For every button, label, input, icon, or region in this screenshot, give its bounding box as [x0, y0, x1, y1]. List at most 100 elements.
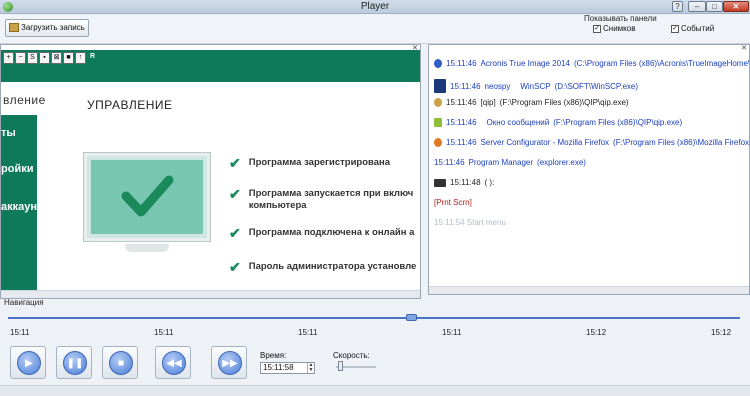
- timeline-tick: 15:12: [586, 328, 607, 337]
- snapshot-sidebar-item-1: ты: [1, 127, 16, 139]
- event-row[interactable]: [Prnt Scrn]: [434, 198, 472, 207]
- event-text: 15:11:54 Start menu: [434, 218, 506, 227]
- time-spinner-icon[interactable]: ▲ ▼: [307, 363, 314, 373]
- window-title: Player: [360, 1, 390, 12]
- timeline-tick: 15:11: [298, 328, 318, 337]
- events-close-icon[interactable]: ✕: [741, 45, 747, 52]
- close-button[interactable]: ✕: [723, 1, 749, 12]
- events-checkbox[interactable]: ✓ Событий: [671, 24, 714, 33]
- check-text-line2: компьютера: [248, 200, 307, 211]
- event-row[interactable]: 15:11:46 Окно сообщений (F:\Program File…: [434, 118, 682, 127]
- event-row[interactable]: 15:11:48 ( ):: [434, 178, 494, 187]
- snapshot-menu-item: вление: [3, 93, 46, 107]
- events-checkbox-label: Событий: [681, 24, 715, 33]
- events-checkbox-box[interactable]: ✓: [671, 24, 679, 33]
- check-icon: ✔: [229, 155, 241, 171]
- timeline-tick: 15:11: [10, 328, 30, 337]
- event-path: (F:\Program Files (x86)\QIP\qip.exe): [499, 98, 629, 107]
- speed-slider-thumb[interactable]: [338, 361, 343, 371]
- qip-message-icon: [434, 118, 442, 127]
- check-text: Программа запускается при включ компьютер…: [249, 188, 414, 212]
- time-label: Время:: [260, 351, 287, 360]
- stop-icon: ■: [109, 351, 133, 375]
- event-app: neospy: [484, 81, 511, 91]
- check-icon: ✔: [229, 259, 241, 275]
- navigation-label: Навигация: [4, 298, 44, 307]
- event-extra: WinSCP: [520, 81, 551, 91]
- check-text: Пароль администратора установле: [248, 261, 417, 272]
- time-value: 15:11:58: [263, 363, 294, 372]
- panel-splitter[interactable]: [421, 44, 428, 299]
- status-bar: [0, 385, 750, 396]
- event-row[interactable]: 15:11:54 Start menu: [434, 218, 506, 227]
- event-row[interactable]: 15:11:46 Program Manager (explorer.exe): [434, 158, 586, 167]
- help-button[interactable]: ?: [672, 1, 683, 12]
- snapshots-checkbox[interactable]: ✓ Снимков: [593, 24, 635, 33]
- check-row: ✔ Пароль администратора установле: [229, 259, 417, 275]
- event-time: 15:11:46: [446, 118, 477, 127]
- maximize-button[interactable]: □: [706, 1, 723, 12]
- event-time: 15:11:46: [446, 59, 477, 68]
- time-input[interactable]: 15:11:58 ▲ ▼: [260, 362, 315, 374]
- check-text-line1: Программа запускается при включ: [248, 188, 414, 199]
- event-row[interactable]: 15:11:46 Server Configurator - Mozilla F…: [434, 138, 750, 147]
- event-row[interactable]: 15:11:46 [qip] (F:\Program Files (x86)\Q…: [434, 98, 629, 107]
- winscp-icon: [434, 79, 446, 93]
- keyboard-icon: [434, 178, 446, 187]
- snapshot-tools: + − S ▪ ⊠ ■ ↑ R: [1, 52, 98, 66]
- zoom-out-icon[interactable]: −: [15, 52, 26, 64]
- play-icon: ▶: [17, 351, 41, 375]
- tool-s-button[interactable]: S: [27, 52, 38, 64]
- pause-button[interactable]: ❚❚: [56, 346, 92, 379]
- navigation-thumb[interactable]: [405, 314, 417, 321]
- event-app: ( ):: [484, 178, 495, 187]
- events-scrollbar[interactable]: [429, 286, 749, 294]
- load-record-button[interactable]: Загрузить запись: [5, 19, 89, 37]
- check-text: Программа зарегистрирована: [248, 157, 391, 168]
- snapshot-close-icon[interactable]: ✕: [412, 45, 418, 52]
- event-row[interactable]: 15:11:46 neospy WinSCP (D:\SOFT\WinSCP.e…: [434, 79, 638, 93]
- panels-title: Показывать панели: [584, 14, 657, 23]
- snapshot-heading: УПРАВЛЕНИЕ: [87, 98, 173, 112]
- snapshots-checkbox-box[interactable]: ✓: [593, 24, 601, 33]
- event-time: 15:11:46: [446, 138, 477, 147]
- monitor-stand: [125, 244, 169, 252]
- event-text: [Prnt Scrn]: [434, 198, 472, 207]
- acronis-icon: [434, 59, 442, 68]
- play-button[interactable]: ▶: [10, 346, 46, 379]
- snapshot-scrollbar[interactable]: [1, 290, 420, 298]
- stop-button[interactable]: ■: [102, 346, 138, 379]
- monitor-image: [84, 153, 210, 241]
- tool-r-button[interactable]: R: [87, 52, 98, 64]
- event-app: Program Manager: [468, 158, 534, 167]
- upload-icon[interactable]: ↑: [75, 52, 86, 64]
- stop-icon[interactable]: ■: [63, 52, 74, 64]
- event-app: [qip]: [480, 98, 496, 107]
- check-icon: ✔: [229, 186, 241, 202]
- event-path: (F:\Program Files (x86)\Mozilla Firefox\…: [613, 138, 750, 147]
- event-time: 15:11:46: [446, 98, 477, 107]
- timeline-tick: 15:11: [154, 328, 174, 337]
- minimize-button[interactable]: –: [688, 1, 706, 12]
- fit-icon[interactable]: ⊠: [51, 52, 62, 64]
- event-time: 15:11:46: [434, 158, 465, 167]
- event-path: (explorer.exe): [537, 158, 586, 167]
- title-bar: Player ? – □ ✕: [0, 0, 750, 14]
- check-row: ✔ Программа запускается при включ компьют…: [229, 186, 414, 212]
- event-path: (C:\Program Files (x86)\Acronis\TrueImag…: [573, 59, 750, 68]
- fast-forward-button[interactable]: ▶▶: [211, 346, 247, 379]
- event-path: (F:\Program Files (x86)\QIP\qip.exe): [553, 118, 683, 127]
- event-app: Окно сообщений: [486, 118, 550, 127]
- zoom-in-icon[interactable]: +: [3, 52, 14, 64]
- toolbar: Загрузить запись Показывать панели ✓ Сни…: [0, 14, 750, 44]
- player-window: Player ? – □ ✕ Загрузить запись Показыва…: [0, 0, 750, 396]
- check-row: ✔ Программа зарегистрирована: [229, 155, 391, 171]
- pause-icon: ❚❚: [63, 351, 87, 375]
- snapshot-sidebar-item-2: ройки: [1, 163, 34, 175]
- event-app: Server Configurator - Mozilla Firefox: [480, 138, 610, 147]
- big-check-icon: [121, 175, 174, 217]
- navigation-track[interactable]: [8, 317, 740, 319]
- save-icon[interactable]: ▪: [39, 52, 50, 64]
- event-row[interactable]: 15:11:46 Acronis True Image 2014 (C:\Pro…: [434, 59, 750, 68]
- rewind-button[interactable]: ◀◀: [155, 346, 191, 379]
